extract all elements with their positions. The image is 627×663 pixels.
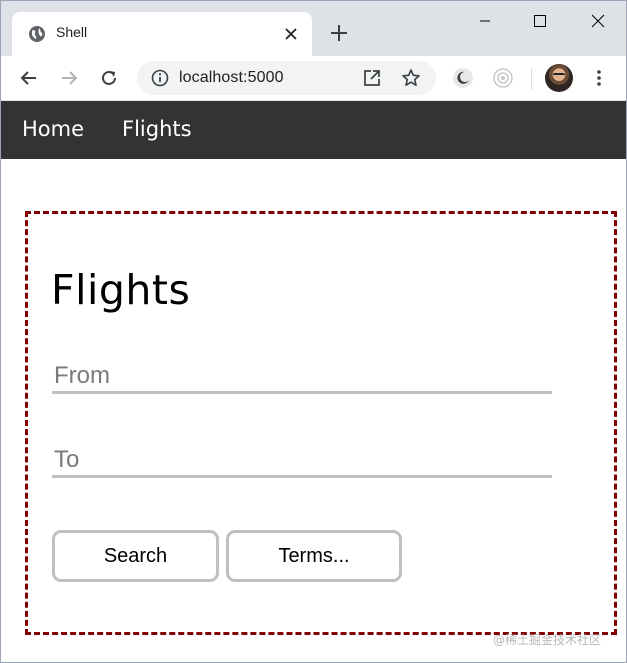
minimize-icon[interactable] bbox=[470, 7, 500, 35]
close-icon[interactable] bbox=[282, 25, 300, 43]
info-icon[interactable] bbox=[151, 69, 169, 87]
record-extension-icon[interactable] bbox=[491, 66, 515, 90]
search-button[interactable]: Search bbox=[52, 530, 219, 582]
window-close-icon[interactable] bbox=[583, 7, 613, 35]
plus-icon[interactable] bbox=[328, 22, 350, 44]
page-title: Flights bbox=[51, 266, 191, 314]
browser-tab[interactable]: Shell bbox=[12, 12, 312, 56]
reload-icon[interactable] bbox=[97, 66, 121, 90]
watermark-text: @稀土掘金技术社区 bbox=[493, 633, 602, 647]
maximize-icon[interactable] bbox=[525, 7, 555, 35]
forward-arrow-icon[interactable] bbox=[57, 66, 81, 90]
address-bar[interactable]: localhost:5000 bbox=[137, 61, 436, 95]
nav-item-flights[interactable]: Flights bbox=[122, 117, 192, 141]
url-text: localhost:5000 bbox=[179, 69, 284, 86]
kebab-menu-icon[interactable] bbox=[587, 66, 611, 90]
nav-item-home[interactable]: Home bbox=[22, 117, 84, 141]
from-input[interactable] bbox=[52, 360, 552, 394]
to-input[interactable] bbox=[52, 444, 552, 478]
flights-card: Flights Search Terms... bbox=[25, 211, 617, 635]
terms-button[interactable]: Terms... bbox=[226, 530, 402, 582]
moon-extension-icon[interactable] bbox=[451, 66, 475, 90]
avatar[interactable] bbox=[545, 64, 573, 92]
open-in-app-icon[interactable] bbox=[363, 69, 381, 87]
browser-toolbar: localhost:5000 bbox=[1, 56, 626, 101]
back-arrow-icon[interactable] bbox=[17, 66, 41, 90]
globe-icon bbox=[29, 26, 45, 42]
toolbar-separator bbox=[531, 68, 532, 90]
browser-tabstrip: Shell bbox=[1, 1, 626, 56]
tab-title: Shell bbox=[56, 24, 88, 40]
app-nav: Home Flights bbox=[1, 101, 626, 159]
star-icon[interactable] bbox=[401, 68, 421, 88]
